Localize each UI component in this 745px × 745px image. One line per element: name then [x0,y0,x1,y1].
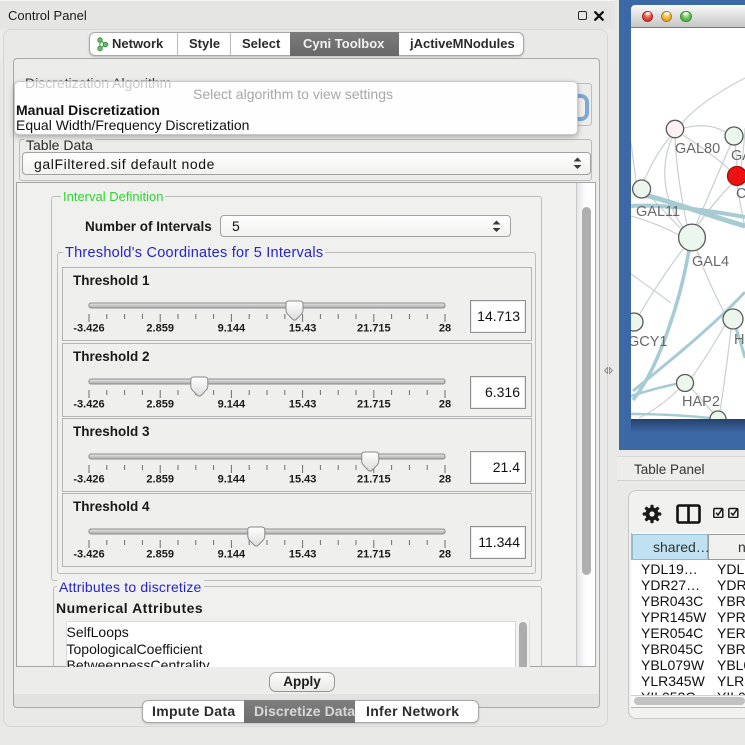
svg-text:2.859: 2.859 [146,323,174,335]
svg-text:21.715: 21.715 [357,474,391,486]
svg-text:15.43: 15.43 [289,549,317,561]
svg-text:-3.426: -3.426 [73,323,104,335]
svg-text:21.715: 21.715 [357,323,391,335]
svg-text:GAL80: GAL80 [675,141,720,157]
svg-text:-3.426: -3.426 [73,399,104,411]
svg-text:28: 28 [439,474,451,486]
svg-text:2.859: 2.859 [146,549,174,561]
svg-text:21.715: 21.715 [357,549,391,561]
svg-text:9.144: 9.144 [218,399,246,411]
svg-text:9.144: 9.144 [218,474,246,486]
svg-text:C: C [736,186,745,202]
svg-text:15.43: 15.43 [289,474,317,486]
svg-text:28: 28 [439,323,451,335]
svg-text:-3.426: -3.426 [73,549,104,561]
svg-text:9.144: 9.144 [218,323,246,335]
svg-text:2.859: 2.859 [146,474,174,486]
svg-text:GA: GA [731,148,745,164]
svg-text:H: H [734,332,744,348]
svg-text:28: 28 [439,399,451,411]
svg-text:-3.426: -3.426 [73,474,104,486]
svg-text:GCY1: GCY1 [631,334,668,350]
svg-text:15.43: 15.43 [289,323,317,335]
svg-text:HAP2: HAP2 [682,394,720,410]
svg-text:9.144: 9.144 [218,549,246,561]
svg-text:2.859: 2.859 [146,399,174,411]
svg-text:15.43: 15.43 [289,399,317,411]
svg-text:GAL11: GAL11 [636,204,680,220]
svg-text:21.715: 21.715 [357,399,391,411]
svg-text:GAL4: GAL4 [692,254,729,270]
svg-text:28: 28 [439,549,451,561]
